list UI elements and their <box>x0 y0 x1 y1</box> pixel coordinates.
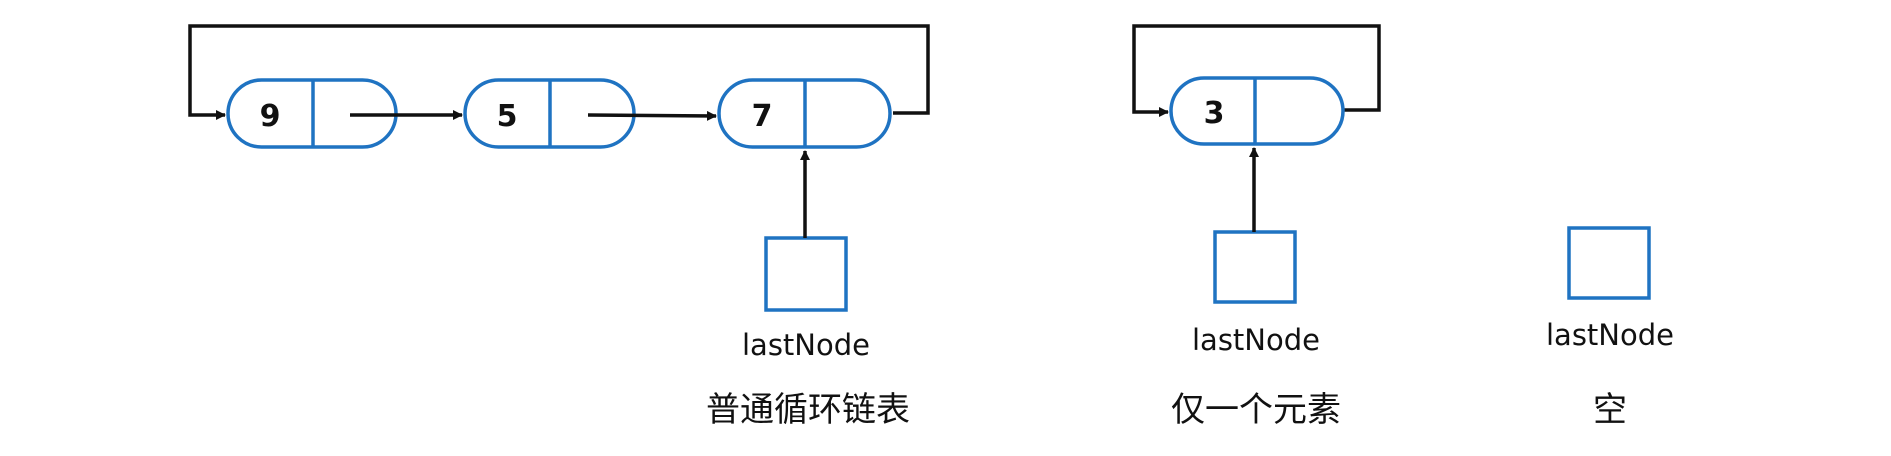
list-node: 3 <box>1169 76 1345 146</box>
diagram-caption: 空 <box>1593 390 1627 430</box>
last-node-pointer-box <box>1213 230 1297 304</box>
circular-list-diagram: 9 5 7 lastNode 普通循环链表 <box>188 24 930 430</box>
linked-list-diagram: 9 5 7 lastNode 普通循环链表 3 lastNode 仅一个元素 l… <box>188 24 1674 430</box>
single-element-diagram: 3 lastNode 仅一个元素 <box>1132 24 1381 430</box>
last-node-pointer-box <box>1567 226 1651 300</box>
node-value: 7 <box>752 99 773 134</box>
node-value: 3 <box>1204 96 1225 131</box>
last-node-label: lastNode <box>742 328 870 362</box>
list-node: 7 <box>717 78 892 149</box>
diagram-caption: 普通循环链表 <box>706 390 910 430</box>
diagram-canvas: 9 5 7 lastNode 普通循环链表 3 lastNode 仅一个元素 l… <box>0 0 1891 456</box>
diagram-caption: 仅一个元素 <box>1171 390 1341 430</box>
node-value: 5 <box>497 99 518 134</box>
last-node-label: lastNode <box>1546 318 1674 352</box>
last-node-pointer-box <box>764 236 848 312</box>
last-node-label: lastNode <box>1192 323 1320 357</box>
node-value: 9 <box>260 99 281 134</box>
empty-list-diagram: lastNode 空 <box>1546 226 1674 430</box>
next-arrow <box>587 110 717 121</box>
